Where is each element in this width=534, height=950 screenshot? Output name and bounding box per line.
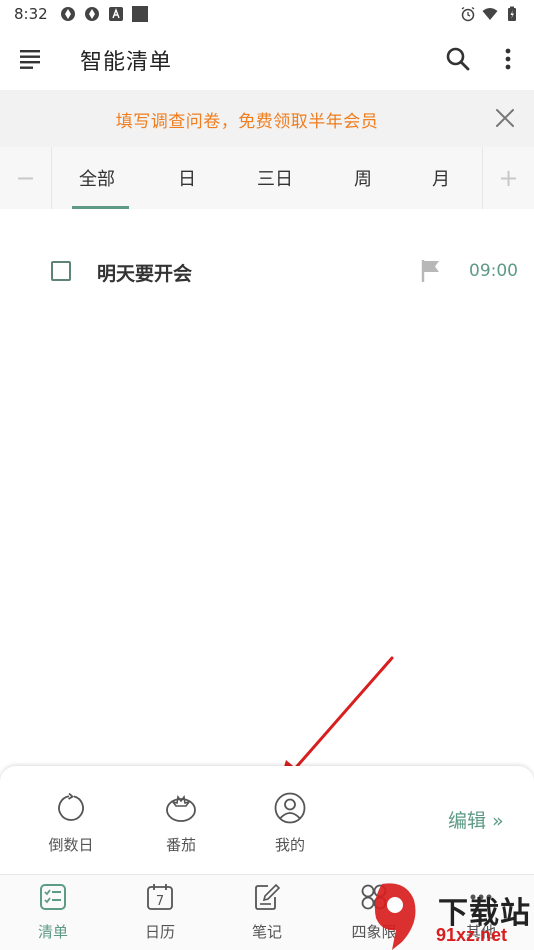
tab-label: 全部 <box>79 169 115 190</box>
app-notification-icon <box>60 7 75 21</box>
alarm-icon <box>461 6 475 22</box>
tomato-button[interactable]: 番茄 <box>141 766 221 874</box>
font-notification-icon <box>108 7 123 21</box>
tab-label: 日 <box>178 169 196 190</box>
nav-calendar[interactable]: 7 日历 <box>107 875 213 950</box>
task-row[interactable]: 明天要开会 09:00 <box>0 244 534 300</box>
more-options-icon[interactable] <box>498 46 518 72</box>
tab-three-days[interactable]: 三日 <box>230 147 320 209</box>
promo-banner[interactable]: 填写调查问卷，免费领取半年会员 <box>0 90 534 147</box>
nav-notes[interactable]: 笔记 <box>214 875 320 950</box>
nav-label: 笔记 <box>251 923 282 941</box>
nav-label: 清单 <box>37 923 68 941</box>
checklist-icon <box>40 884 66 910</box>
app-bar: 智能清单 <box>0 28 534 90</box>
page-title: 智能清单 <box>80 50 173 75</box>
tab-plus-button[interactable]: + <box>482 147 534 209</box>
square-notification-icon <box>131 6 148 22</box>
calendar-day: 7 <box>156 894 164 909</box>
tab-minus-button[interactable]: − <box>0 147 52 209</box>
tab-day[interactable]: 日 <box>142 147 232 209</box>
tomato-label: 番茄 <box>165 836 196 854</box>
edit-button[interactable]: 编辑 » <box>448 806 504 833</box>
nav-label: 四象限 <box>351 923 397 941</box>
status-bar: 8:32 <box>0 0 534 28</box>
nav-label: 日历 <box>144 923 175 941</box>
task-checkbox[interactable] <box>51 261 71 281</box>
countdown-button[interactable]: 倒数日 <box>31 766 111 874</box>
flag-icon[interactable] <box>420 259 442 283</box>
tab-all[interactable]: 全部 <box>52 147 142 209</box>
view-tabs: − 全部 日 三日 周 月 + <box>0 147 534 209</box>
tomato-icon <box>166 795 196 822</box>
tab-label: 周 <box>354 169 372 190</box>
app-notification-icon <box>84 7 99 21</box>
menu-icon[interactable] <box>20 49 42 69</box>
tab-month[interactable]: 月 <box>396 147 486 209</box>
countdown-icon <box>58 792 84 821</box>
tab-label: 月 <box>432 169 450 190</box>
status-time: 8:32 <box>14 5 48 23</box>
quadrant-icon <box>361 884 387 910</box>
quick-access-panel: 倒数日 番茄 我的 编辑 » <box>0 766 534 874</box>
task-title[interactable]: 明天要开会 <box>97 259 192 286</box>
promo-banner-text[interactable]: 填写调查问卷，免费领取半年会员 <box>0 107 494 132</box>
nav-quadrant[interactable]: 四象限 <box>321 875 427 950</box>
nav-checklist[interactable]: 清单 <box>0 875 106 950</box>
profile-button[interactable]: 我的 <box>250 766 330 874</box>
note-icon <box>255 883 281 910</box>
battery-icon <box>508 6 516 21</box>
profile-icon <box>274 792 306 824</box>
calendar-icon: 7 <box>147 884 173 910</box>
task-time: 09:00 <box>469 261 518 281</box>
watermark-url: 91xz.net <box>436 925 508 945</box>
tab-week[interactable]: 周 <box>318 147 408 209</box>
wifi-icon <box>482 8 498 20</box>
profile-label: 我的 <box>274 836 305 854</box>
countdown-label: 倒数日 <box>48 836 94 854</box>
close-icon[interactable] <box>494 107 516 129</box>
tab-active-indicator <box>72 206 129 209</box>
tab-label: 三日 <box>257 169 293 190</box>
search-icon[interactable] <box>445 46 471 72</box>
